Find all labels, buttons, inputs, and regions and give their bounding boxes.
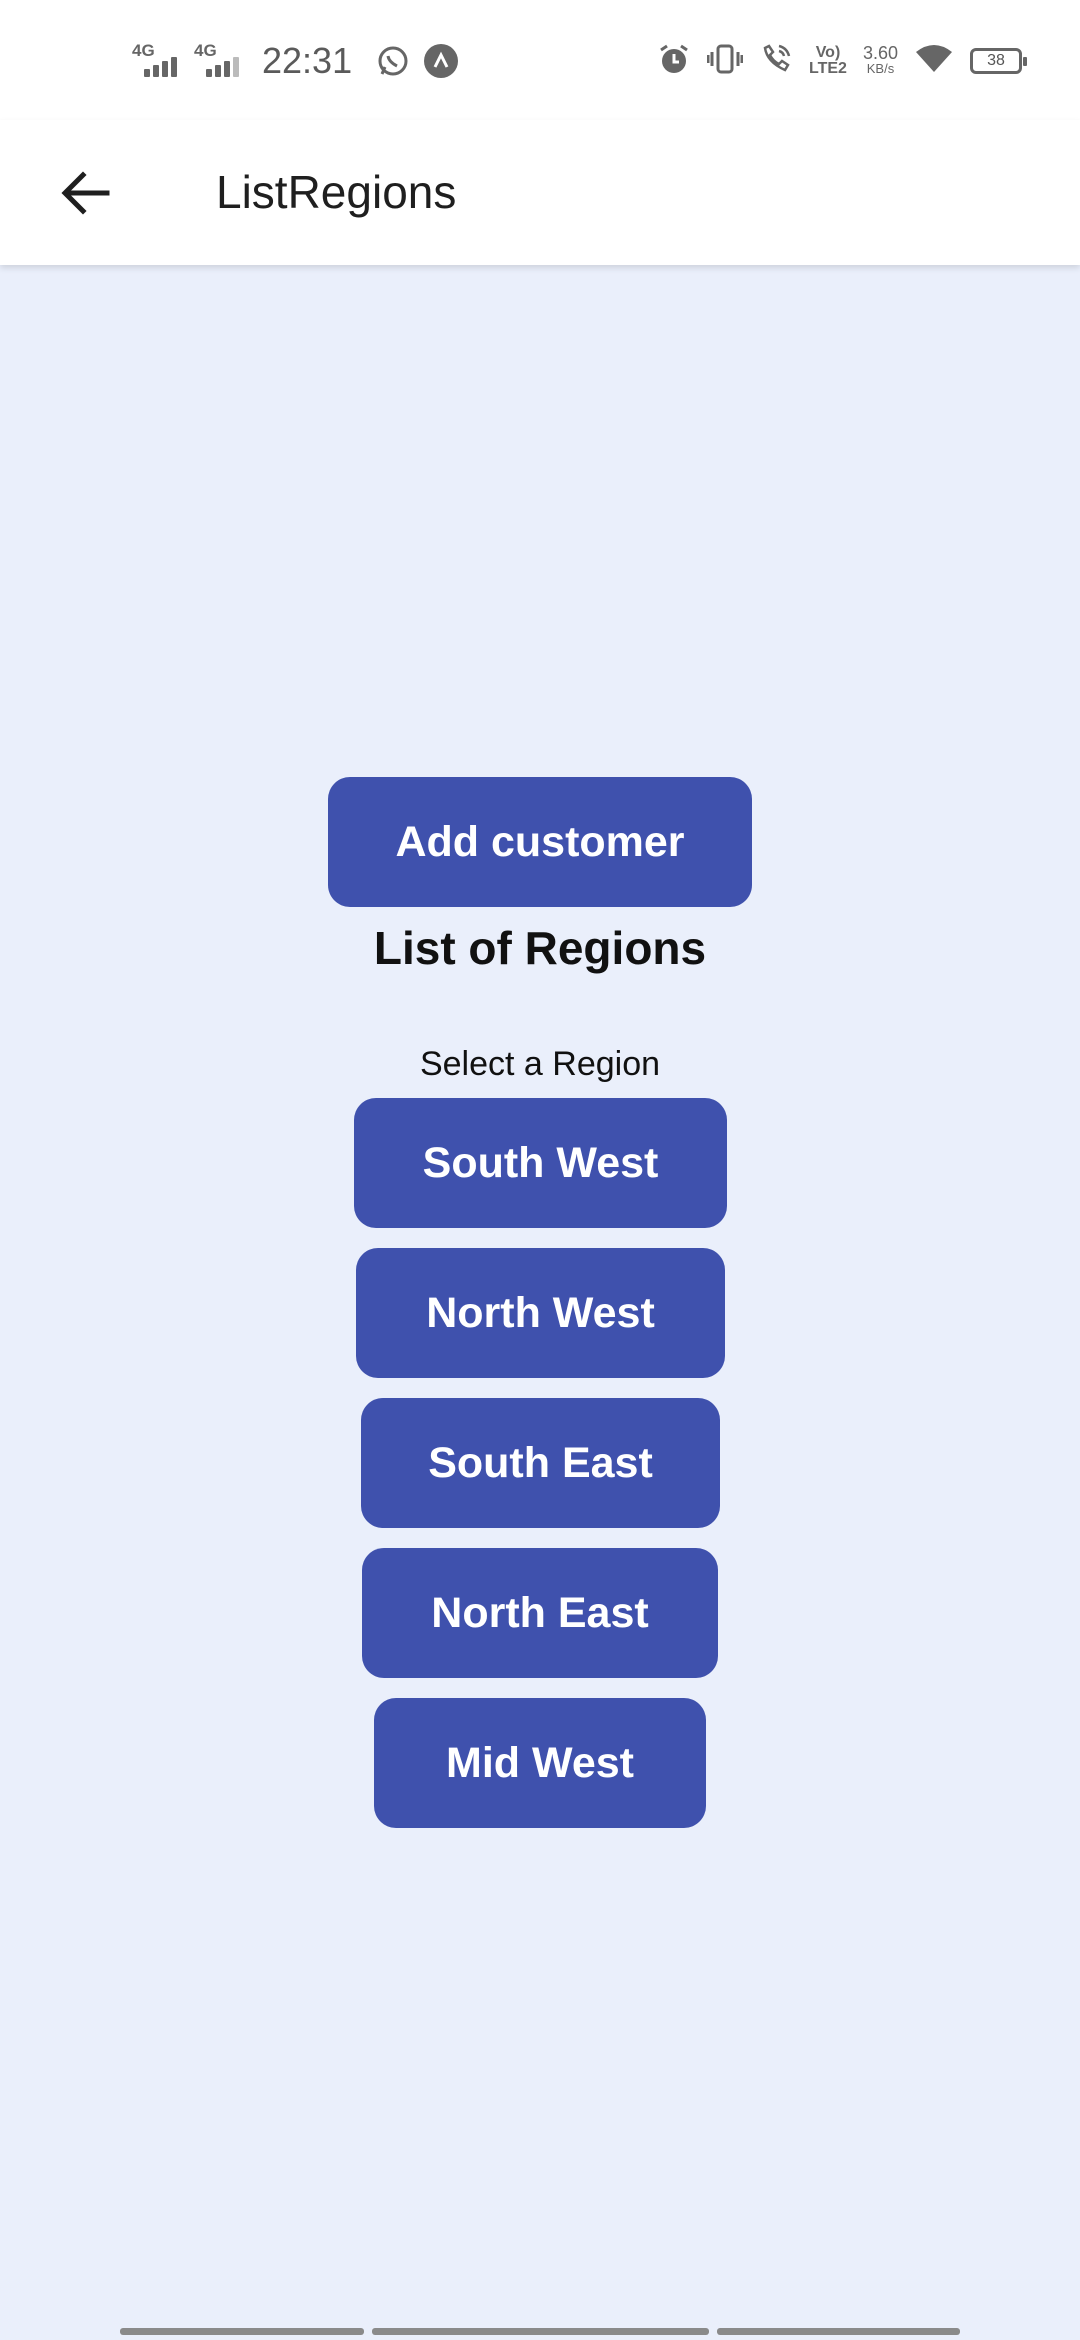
- page-title: ListRegions: [216, 166, 457, 218]
- status-bar-right: Vo) LTE2 3.60 KB/s 38: [657, 36, 1027, 86]
- status-time: 22:31: [262, 40, 353, 81]
- region-button-north-west[interactable]: North West: [356, 1248, 725, 1378]
- add-customer-button[interactable]: Add customer: [328, 777, 752, 907]
- status-bar-left: 4G 4G 22:31: [132, 36, 459, 86]
- arrow-left-icon: [61, 171, 110, 215]
- main-content: Add customer List of Regions Select a Re…: [0, 265, 1080, 2340]
- signal-1-icon: 4G: [132, 41, 180, 81]
- region-button-south-west[interactable]: South West: [354, 1098, 727, 1228]
- gesture-nav-bar[interactable]: [120, 2328, 960, 2335]
- regions-heading: List of Regions: [373, 922, 707, 974]
- app-notification-icon: [424, 44, 459, 78]
- nav-segment-right: [717, 2328, 960, 2335]
- region-button-north-east[interactable]: North East: [362, 1548, 718, 1678]
- region-button-mid-west[interactable]: Mid West: [374, 1698, 706, 1828]
- region-button-south-east[interactable]: South East: [361, 1398, 720, 1528]
- alarm-icon: [657, 42, 691, 81]
- volte-label: Vo): [815, 44, 841, 61]
- nav-segment-center: [372, 2328, 709, 2335]
- app-bar: ListRegions: [0, 120, 1080, 265]
- speed-unit: KB/s: [866, 61, 895, 76]
- wifi-call-icon: [759, 42, 793, 81]
- volte-indicator: Vo) LTE2: [809, 45, 847, 77]
- battery-level: 38: [987, 52, 1005, 69]
- battery-icon: 38: [970, 48, 1027, 74]
- whatsapp-icon: [376, 44, 410, 78]
- signal-2-icon: 4G: [194, 41, 242, 81]
- speed-value: 3.60: [862, 43, 898, 63]
- vibrate-icon: [706, 42, 744, 81]
- lte-label: LTE2: [809, 60, 847, 77]
- wifi-icon: [914, 42, 954, 81]
- network-speed: 3.60 KB/s: [862, 43, 898, 77]
- back-button[interactable]: [50, 158, 120, 228]
- select-region-label: Select a Region: [419, 1045, 661, 1083]
- status-bar: 4G 4G 22:31 Vo) LTE2 3.60 KB/s 38: [0, 0, 1080, 120]
- nav-segment-left: [120, 2328, 364, 2335]
